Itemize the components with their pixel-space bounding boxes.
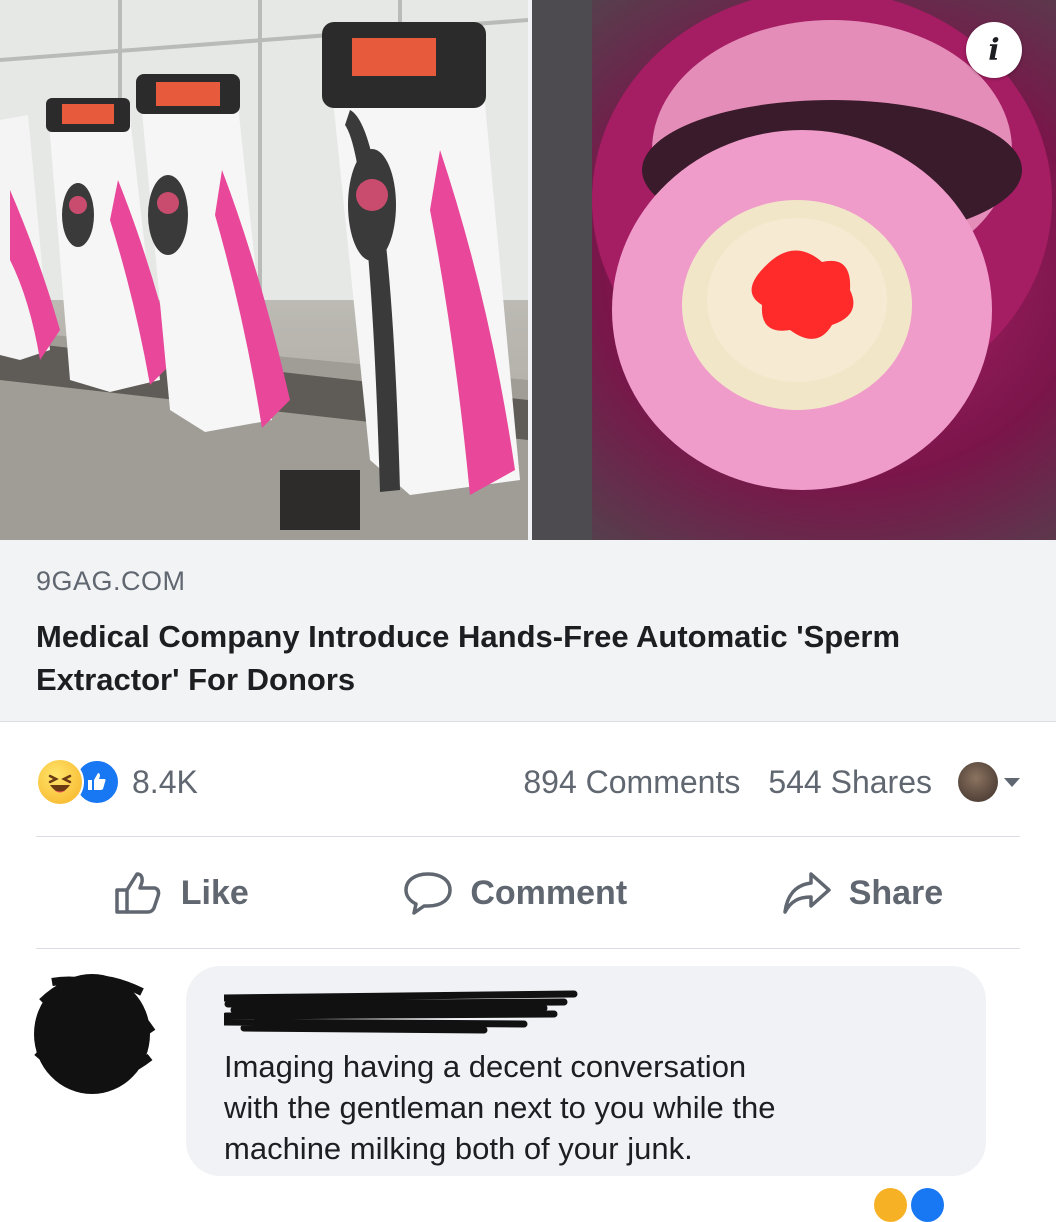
machines-illustration	[0, 0, 528, 540]
link-preview-images[interactable]: i	[0, 0, 1056, 540]
haha-reaction-icon	[36, 758, 84, 806]
share-button[interactable]: Share	[781, 870, 944, 916]
reactions-summary: 8.4K 894 Comments 544 Shares	[36, 750, 1020, 837]
share-arrow-icon	[782, 872, 831, 914]
like-button[interactable]: Like	[113, 870, 249, 916]
avatar	[958, 762, 998, 802]
caret-down-icon	[1004, 777, 1020, 787]
comment-button[interactable]: Comment	[402, 870, 627, 916]
comment-label: Comment	[470, 873, 628, 912]
link-preview-caption[interactable]: 9GAG.COM Medical Company Introduce Hands…	[0, 540, 1056, 722]
reaction-count[interactable]: 8.4K	[132, 764, 198, 801]
scribble-redaction	[220, 990, 578, 1034]
comments-count[interactable]: 894 Comments	[523, 764, 740, 801]
product-photo-machines[interactable]	[0, 0, 528, 540]
reaction-icons[interactable]	[36, 758, 120, 806]
link-domain: 9GAG.COM	[36, 566, 186, 596]
like-label: Like	[180, 873, 249, 912]
like-reaction-icon	[911, 1188, 944, 1222]
shares-count[interactable]: 544 Shares	[768, 764, 932, 801]
redacted-avatar[interactable]	[22, 962, 162, 1102]
comment-item: Imaging having a decent conversation wit…	[22, 962, 986, 1188]
closeup-illustration	[532, 0, 1052, 540]
link-headline[interactable]: Medical Company Introduce Hands-Free Aut…	[36, 615, 1020, 701]
comment-text: Imaging having a decent conversation wit…	[224, 1049, 776, 1166]
thumbs-up-icon	[115, 872, 161, 914]
comment-bubble-icon	[404, 872, 453, 915]
product-photo-closeup[interactable]: i	[532, 0, 1056, 540]
comment-bubble[interactable]: Imaging having a decent conversation wit…	[186, 966, 986, 1176]
post-action-bar: Like Comment Share	[36, 838, 1020, 949]
haha-reaction-icon	[874, 1188, 907, 1222]
share-label: Share	[848, 873, 944, 912]
redacted-author-name[interactable]	[220, 984, 948, 1046]
audience-selector[interactable]	[958, 762, 1020, 802]
engagement-stats: 894 Comments 544 Shares	[523, 762, 1020, 802]
info-icon[interactable]: i	[966, 22, 1022, 78]
